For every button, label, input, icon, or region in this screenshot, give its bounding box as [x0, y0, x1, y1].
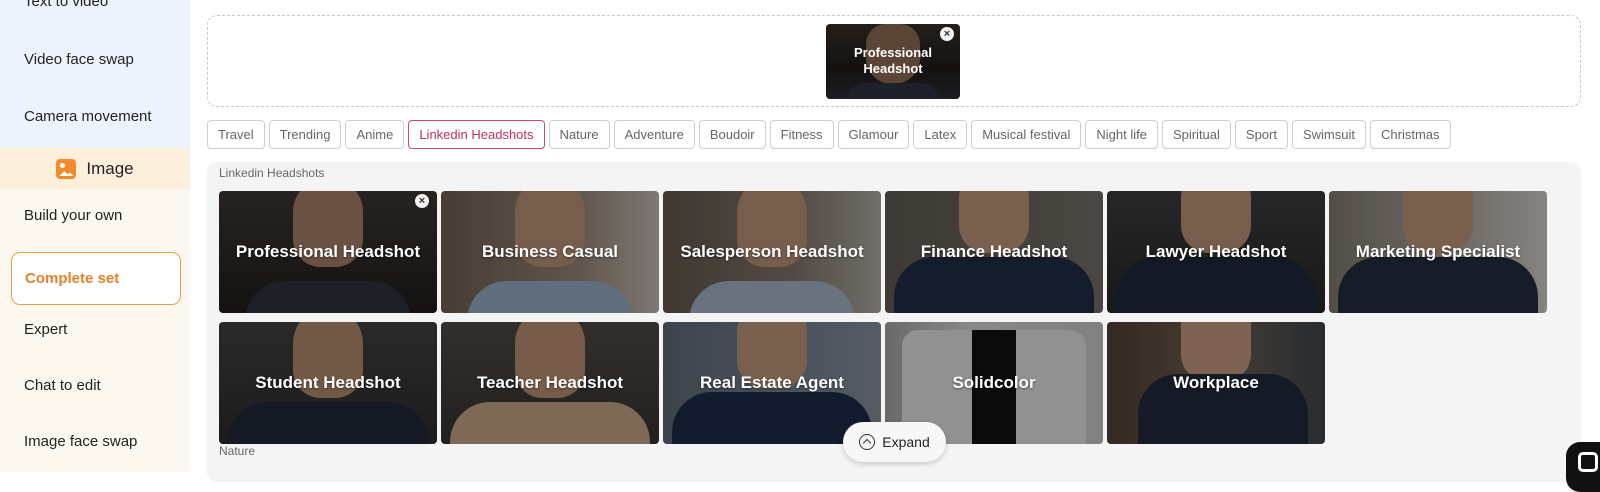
- image-icon: [56, 159, 77, 179]
- sidebar-item-complete-set[interactable]: Complete set: [11, 252, 181, 305]
- tab-latex[interactable]: Latex: [913, 120, 968, 149]
- sidebar-item-image-face-swap[interactable]: Image face swap: [24, 433, 137, 450]
- sidebar-item-video-face-swap[interactable]: Video face swap: [24, 51, 134, 68]
- remove-selected-close-icon[interactable]: ×: [940, 27, 954, 41]
- selected-thumbnail-label: Professional Headshot: [853, 45, 933, 76]
- style-card-marketing-specialist[interactable]: Marketing Specialist: [1329, 191, 1547, 313]
- sidebar-item-build-your-own[interactable]: Build your own: [24, 207, 122, 224]
- card-label: Business Casual: [481, 242, 619, 261]
- card-label: Salesperson Headshot: [680, 242, 864, 261]
- style-card-salesperson-headshot[interactable]: Salesperson Headshot: [663, 191, 881, 313]
- chat-icon[interactable]: [1566, 442, 1600, 492]
- card-label: Professional Headshot: [235, 242, 421, 261]
- style-card-real-estate-agent[interactable]: Real Estate Agent: [663, 322, 881, 444]
- card-label: Lawyer Headshot: [1145, 242, 1287, 261]
- category-tabs: Travel Trending Anime Linkedin Headshots…: [207, 120, 1451, 149]
- style-card-teacher-headshot[interactable]: Teacher Headshot: [441, 322, 659, 444]
- card-label: Workplace: [1173, 373, 1259, 392]
- tab-trending[interactable]: Trending: [268, 120, 342, 149]
- tab-nature[interactable]: Nature: [548, 120, 610, 149]
- tab-night-life[interactable]: Night life: [1085, 120, 1158, 149]
- tab-linkedin-headshots[interactable]: Linkedin Headshots: [408, 120, 545, 149]
- expand-button-label: Expand: [882, 434, 930, 450]
- sidebar-item-chat-to-edit[interactable]: Chat to edit: [24, 377, 101, 394]
- tab-spiritual[interactable]: Spiritual: [1161, 120, 1231, 149]
- expand-button[interactable]: Expand: [843, 422, 946, 462]
- sidebar-item-expert[interactable]: Expert: [24, 321, 67, 338]
- video-nav-group: Text to video Video face swap Camera mov…: [0, 0, 190, 148]
- card-label: Student Headshot: [255, 373, 401, 392]
- tab-adventure[interactable]: Adventure: [613, 120, 695, 149]
- tab-swimsuit[interactable]: Swimsuit: [1291, 120, 1366, 149]
- remove-card-close-icon[interactable]: ×: [415, 194, 429, 208]
- chevron-up-circle-icon: [859, 434, 876, 450]
- style-card-business-casual[interactable]: Business Casual: [441, 191, 659, 313]
- image-section-header[interactable]: Image: [0, 148, 190, 190]
- tab-anime[interactable]: Anime: [345, 120, 405, 149]
- tab-musical-festival[interactable]: Musical festival: [971, 120, 1082, 149]
- tab-boudoir[interactable]: Boudoir: [698, 120, 766, 149]
- tab-glamour[interactable]: Glamour: [837, 120, 910, 149]
- sidebar-item-text-to-video[interactable]: Text to video: [24, 0, 108, 10]
- card-label: Teacher Headshot: [476, 373, 624, 392]
- image-section-label: Image: [86, 159, 134, 178]
- style-card-professional-headshot[interactable]: Professional Headshot ×: [219, 191, 437, 313]
- tab-travel[interactable]: Travel: [207, 120, 265, 149]
- image-nav-group: [0, 148, 190, 472]
- selected-thumbnail: Professional Headshot ×: [826, 24, 960, 99]
- style-card-finance-headshot[interactable]: Finance Headshot: [885, 191, 1103, 313]
- section-title-linkedin-headshots: Linkedin Headshots: [219, 166, 325, 180]
- section-title-nature: Nature: [219, 444, 256, 458]
- sidebar-item-camera-movement[interactable]: Camera movement: [24, 108, 152, 125]
- card-label: Real Estate Agent: [700, 373, 844, 392]
- card-label: Marketing Specialist: [1355, 242, 1521, 261]
- card-label: Solidcolor: [952, 373, 1036, 392]
- style-card-lawyer-headshot[interactable]: Lawyer Headshot: [1107, 191, 1325, 313]
- tab-fitness[interactable]: Fitness: [769, 120, 834, 149]
- tab-christmas[interactable]: Christmas: [1370, 120, 1451, 149]
- tab-sport[interactable]: Sport: [1234, 120, 1288, 149]
- style-card-workplace[interactable]: Workplace: [1107, 322, 1325, 444]
- style-card-student-headshot[interactable]: Student Headshot: [219, 322, 437, 444]
- sidebar: Text to video Video face swap Camera mov…: [0, 0, 190, 472]
- card-label: Finance Headshot: [920, 242, 1068, 261]
